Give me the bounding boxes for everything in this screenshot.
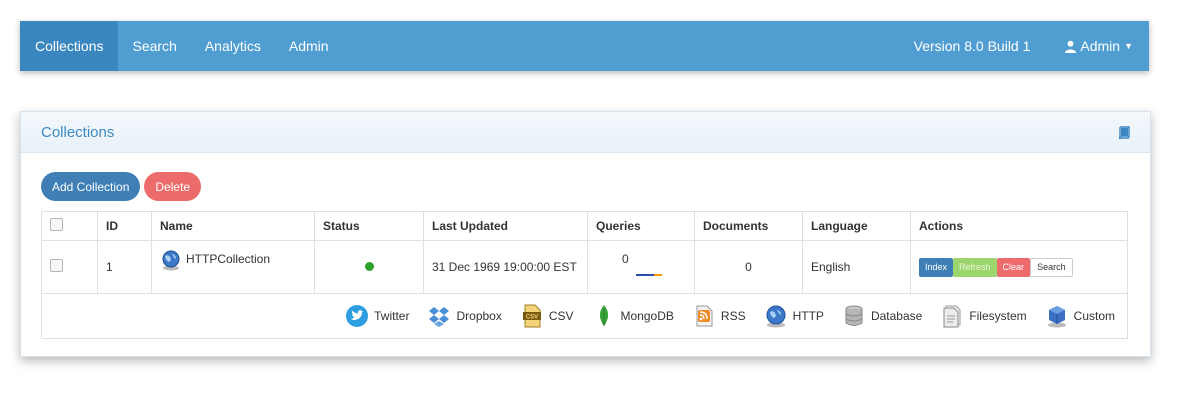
source-type-list: Twitter Dropbox CSV CSV MongoDB RSS HTTP… bbox=[50, 304, 1119, 328]
row-queries-cell: 0 bbox=[587, 240, 695, 294]
delete-button[interactable]: Delete bbox=[144, 172, 202, 201]
collections-panel: Collections Add Collection Delete ID Nam… bbox=[20, 111, 1151, 357]
twitter-icon bbox=[346, 305, 369, 327]
user-icon bbox=[1065, 40, 1077, 53]
user-menu[interactable]: Admin ▼ bbox=[1058, 21, 1149, 71]
svg-text:CSV: CSV bbox=[526, 315, 538, 321]
row-last-updated: 31 Dec 1969 19:00:00 EST bbox=[423, 240, 588, 294]
header-id[interactable]: ID bbox=[97, 211, 152, 241]
queries-sparkline bbox=[636, 274, 662, 276]
header-name[interactable]: Name bbox=[151, 211, 315, 241]
row-checkbox[interactable] bbox=[50, 259, 63, 272]
http-globe-icon bbox=[766, 305, 786, 328]
dropbox-icon bbox=[429, 307, 450, 327]
source-rss-label: RSS bbox=[720, 309, 746, 323]
custom-cube-icon bbox=[1047, 306, 1066, 328]
row-id: 1 bbox=[97, 240, 152, 294]
header-language[interactable]: Language bbox=[802, 211, 911, 241]
sources-row: Twitter Dropbox CSV CSV MongoDB RSS HTTP… bbox=[41, 293, 1128, 339]
panel-actions: Add Collection Delete bbox=[41, 172, 202, 201]
rss-icon bbox=[696, 305, 713, 327]
row-language: English bbox=[802, 240, 911, 294]
nav-right: Version 8.0 Build 1 Admin ▼ bbox=[914, 21, 1149, 71]
table-row: 1 HTTPCollection 31 Dec 1969 19:00:00 ES… bbox=[41, 240, 1128, 294]
source-filesystem[interactable]: Filesystem bbox=[940, 304, 1027, 328]
header-last-updated[interactable]: Last Updated bbox=[423, 211, 588, 241]
header-queries[interactable]: Queries bbox=[587, 211, 695, 241]
panel-heading: Collections bbox=[21, 112, 1150, 153]
caret-down-icon: ▼ bbox=[1124, 41, 1133, 51]
filesystem-icon bbox=[943, 305, 961, 328]
row-select-cell bbox=[41, 240, 98, 294]
header-status[interactable]: Status bbox=[314, 211, 424, 241]
row-actions-cell: Index Refresh Clear Search bbox=[910, 240, 1128, 294]
table-header-row: ID Name Status Last Updated Queries Docu… bbox=[41, 211, 1128, 241]
top-navbar: Collections Search Analytics Admin Versi… bbox=[20, 21, 1149, 71]
source-dropbox-label: Dropbox bbox=[456, 309, 502, 323]
nav-admin[interactable]: Admin bbox=[275, 21, 343, 71]
clear-button[interactable]: Clear bbox=[996, 257, 1031, 277]
nav-analytics[interactable]: Analytics bbox=[191, 21, 275, 71]
nav-search[interactable]: Search bbox=[118, 21, 190, 71]
source-dropbox[interactable]: Dropbox bbox=[427, 304, 502, 328]
header-documents[interactable]: Documents bbox=[694, 211, 803, 241]
database-icon bbox=[845, 305, 863, 326]
source-custom-label: Custom bbox=[1073, 309, 1115, 323]
collections-table: ID Name Status Last Updated Queries Docu… bbox=[41, 211, 1128, 339]
mongodb-icon bbox=[599, 305, 608, 326]
source-rss[interactable]: RSS bbox=[692, 304, 746, 328]
source-http[interactable]: HTTP bbox=[764, 304, 824, 328]
csv-icon: CSV bbox=[522, 304, 541, 328]
http-globe-icon bbox=[162, 250, 180, 271]
user-menu-label: Admin bbox=[1080, 38, 1121, 54]
version-label: Version 8.0 Build 1 bbox=[913, 38, 1031, 54]
search-button[interactable]: Search bbox=[1030, 257, 1073, 277]
row-queries: 0 bbox=[622, 252, 629, 266]
sources-cell: Twitter Dropbox CSV CSV MongoDB RSS HTTP… bbox=[41, 293, 1128, 339]
select-all-cell bbox=[41, 211, 98, 241]
book-icon[interactable] bbox=[1118, 125, 1130, 139]
select-all-checkbox[interactable] bbox=[50, 218, 63, 231]
source-http-label: HTTP bbox=[792, 309, 824, 323]
source-csv[interactable]: CSV CSV bbox=[520, 304, 574, 328]
source-database[interactable]: Database bbox=[842, 304, 922, 328]
nav-collections[interactable]: Collections bbox=[20, 21, 119, 71]
row-documents: 0 bbox=[694, 240, 803, 294]
source-custom[interactable]: Custom bbox=[1045, 304, 1115, 328]
panel-title: Collections bbox=[41, 123, 115, 141]
source-filesystem-label: Filesystem bbox=[969, 309, 1027, 323]
header-actions: Actions bbox=[910, 211, 1128, 241]
source-mongodb[interactable]: MongoDB bbox=[592, 304, 674, 328]
collection-name-link[interactable]: HTTPCollection bbox=[186, 252, 270, 266]
source-csv-label: CSV bbox=[548, 309, 574, 323]
source-twitter[interactable]: Twitter bbox=[345, 304, 409, 328]
add-collection-button[interactable]: Add Collection bbox=[41, 172, 141, 201]
status-indicator bbox=[364, 262, 374, 271]
source-mongodb-label: MongoDB bbox=[620, 309, 674, 323]
index-button[interactable]: Index bbox=[919, 257, 954, 277]
source-twitter-label: Twitter bbox=[374, 309, 410, 323]
row-status-cell bbox=[314, 240, 424, 294]
row-name-cell: HTTPCollection bbox=[151, 240, 315, 294]
refresh-button[interactable]: Refresh bbox=[953, 257, 997, 277]
source-database-label: Database bbox=[870, 309, 923, 323]
